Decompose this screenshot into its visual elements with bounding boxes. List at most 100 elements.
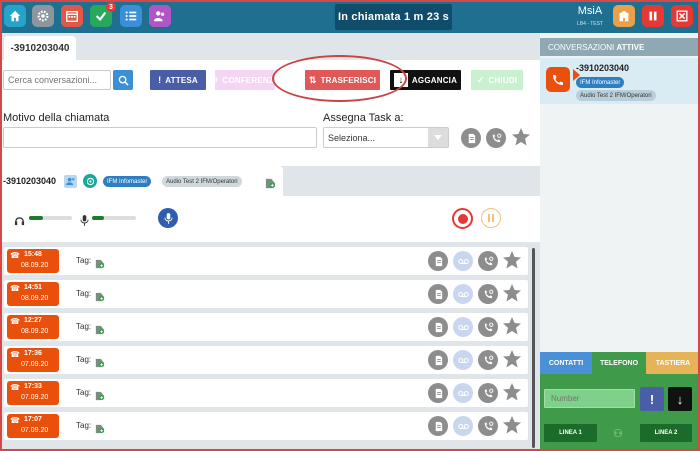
history-scrollbar[interactable] [532,248,535,448]
document-icon[interactable] [428,317,448,337]
call-time-badge: ☎ 15:48 08.09.20 [7,249,59,273]
document-icon[interactable] [428,284,448,304]
linea1-button[interactable]: LINEA 1 [544,424,597,442]
notifications-badge: 3 [106,2,116,12]
active-call-phone-icon [546,67,570,92]
add-tag-icon[interactable] [95,388,105,406]
exclamation-icon: ! [649,391,655,407]
home-icon[interactable] [4,5,26,27]
tab-telefono[interactable]: TELEFONO [592,352,646,374]
history-row[interactable]: ☎ 17:33 07.09.20 Tag: [4,379,528,407]
document-icon[interactable] [428,383,448,403]
call-status: In chiamata 1 m 23 s [335,4,452,30]
headset-level-fill [29,216,44,220]
tab-contatti[interactable]: CONTATTI [540,352,592,374]
record-button[interactable] [452,208,473,229]
tag-label: Tag: [76,388,92,397]
assegna-label: Assegna Task a: [323,112,404,124]
document-icon[interactable] [428,350,448,370]
search-icon [118,75,129,86]
settings-gear-icon[interactable] [32,5,54,27]
active-tag-audio: Audio Test 2 IFM/Operatori [576,90,656,101]
tag-label: Tag: [76,289,92,298]
history-row[interactable]: ☎ 17:07 07.09.20 Tag: [4,412,528,440]
history-row[interactable]: ☎ 17:36 07.09.20 Tag: [4,346,528,374]
mic-level-fill [92,216,104,220]
phone-icon: ☎ [10,251,20,260]
document-icon[interactable] [428,416,448,436]
conferenza-button[interactable]: ⚇ CONFERENZA [210,70,280,90]
hangup-button[interactable]: ↓ [668,387,692,411]
callback-phone-icon[interactable] [478,251,498,271]
star-icon[interactable] [502,316,522,341]
mic-level[interactable] [92,216,136,220]
history-row[interactable]: ☎ 14:51 08.09.20 Tag: [4,280,528,308]
pause-icon[interactable] [642,5,664,27]
callback-phone-icon[interactable] [478,317,498,337]
call-date: 07.09.20 [21,427,49,434]
add-tag-icon[interactable] [265,176,276,189]
exit-icon[interactable] [671,5,693,27]
callback-phone-icon[interactable] [478,284,498,304]
history-row[interactable]: ☎ 12:27 08.09.20 Tag: [4,313,528,341]
callback-phone-icon[interactable] [478,350,498,370]
right-panel-tabs: CONTATTI TELEFONO TASTIERA [540,352,700,374]
check-icon: ✓ [476,74,485,85]
tab-tastiera[interactable]: TASTIERA [646,352,700,374]
linea2-button[interactable]: LINEA 2 [640,424,692,442]
building-icon[interactable] [613,5,635,27]
list-icon[interactable] [120,5,142,27]
voicemail-icon[interactable] [453,284,473,304]
tag-label: Tag: [76,355,92,364]
phone-icon: ☎ [10,416,20,425]
history-row[interactable]: ☎ 15:48 08.09.20 Tag: [4,247,528,275]
call-time: 14:51 [24,284,42,291]
attesa-button[interactable]: ! ATTESA [150,70,206,90]
star-icon[interactable] [502,415,522,440]
star-icon[interactable] [511,127,531,147]
add-contact-icon[interactable] [64,175,77,188]
active-conversations-header: CONVERSAZIONI ATTIVE [540,38,700,56]
contacts-icon[interactable] [149,5,171,27]
microphone-button[interactable] [158,208,178,228]
hold-button[interactable]: ! [640,387,664,411]
search-button[interactable] [113,70,133,90]
voicemail-icon[interactable] [453,317,473,337]
add-tag-icon[interactable] [95,289,105,307]
whatsapp-icon[interactable] [83,174,97,188]
microphone-icon [80,213,89,231]
voicemail-icon[interactable] [453,416,473,436]
number-input[interactable] [544,389,635,408]
document-icon[interactable] [461,128,481,148]
star-icon[interactable] [502,283,522,308]
add-tag-icon[interactable] [95,256,105,274]
add-tag-icon[interactable] [95,355,105,373]
user-subtitle: LB4 - TEST [576,21,604,27]
search-input[interactable] [3,70,111,90]
voicemail-icon[interactable] [453,383,473,403]
add-tag-icon[interactable] [95,421,105,439]
voicemail-icon[interactable] [453,251,473,271]
callback-phone-icon[interactable] [486,128,506,148]
tab-conversation[interactable]: -3910203040 [4,36,76,60]
add-tag-icon[interactable] [95,322,105,340]
document-icon[interactable] [428,251,448,271]
star-icon[interactable] [502,349,522,374]
call-date: 08.09.20 [21,295,49,302]
headset-level[interactable] [29,216,72,220]
callback-phone-icon[interactable] [478,416,498,436]
conference-icon: ⚇ [613,428,623,440]
voicemail-icon[interactable] [453,350,473,370]
motivo-input[interactable] [3,127,317,148]
callback-phone-icon[interactable] [478,383,498,403]
star-icon[interactable] [502,250,522,275]
chevron-down-icon [428,128,448,147]
assegna-select[interactable]: Seleziona... [323,127,449,148]
chiudi-button[interactable]: ✓ CHIUDI [471,70,523,90]
call-time-badge: ☎ 17:33 07.09.20 [7,381,59,405]
phone-icon: ☎ [10,383,20,392]
calendar-icon[interactable] [61,5,83,27]
star-icon[interactable] [502,382,522,407]
tasks-check-icon[interactable]: 3 [90,2,116,27]
record-pause-button[interactable] [481,208,501,228]
